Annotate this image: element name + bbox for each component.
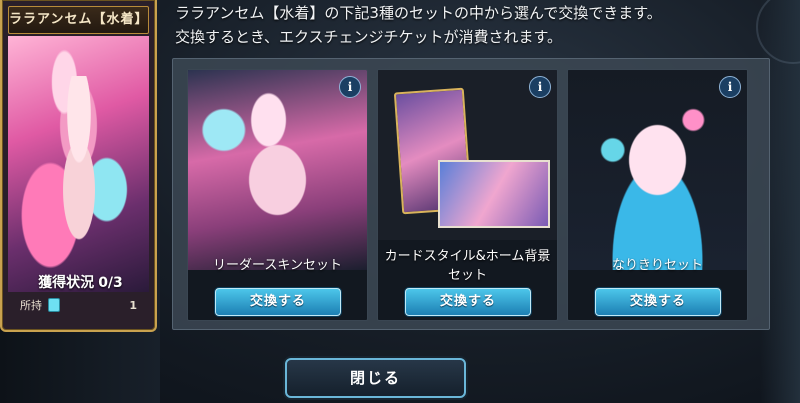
owned-label: 所持 <box>20 299 42 312</box>
header-line-1: ララアンセム【水着】の下記3種のセットの中から選んで交換できます。 <box>175 4 662 22</box>
home-bg-preview <box>438 160 550 228</box>
option-card-style: i カードスタイル&ホーム背景セット 交換する <box>377 69 558 321</box>
character-art <box>8 36 149 292</box>
exchange-button[interactable]: 交換する <box>595 288 721 316</box>
option-art <box>568 70 747 270</box>
option-label: カードスタイル&ホーム背景セット <box>384 249 551 283</box>
close-button[interactable]: 閉じる <box>285 358 466 398</box>
owned-count: 1 <box>129 298 137 312</box>
header-line-2: 交換するとき、エクスチェンジチケットが消費されます。 <box>175 28 563 46</box>
option-leader-skin: i リーダースキンセット 交換する <box>187 69 368 321</box>
status-label: 獲得状況 <box>38 275 95 291</box>
character-figure <box>42 76 116 266</box>
exchange-button[interactable]: 交換する <box>405 288 531 316</box>
info-icon[interactable]: i <box>339 76 361 98</box>
owned-row: 所持 1 <box>20 296 137 314</box>
decor-ring <box>756 0 800 64</box>
option-label: リーダースキンセット <box>213 258 342 273</box>
option-art <box>378 70 557 240</box>
status-value: 0/3 <box>98 275 123 291</box>
option-art <box>188 70 367 270</box>
option-label: なりきりセット <box>611 258 703 273</box>
options-panel: i リーダースキンセット 交換する i カードスタイル&ホーム背景セット 交換す… <box>172 58 770 330</box>
info-icon[interactable]: i <box>529 76 551 98</box>
info-icon[interactable]: i <box>719 76 741 98</box>
character-card: ララアンセム【水着】 獲得状況 0/3 所持 1 <box>0 0 157 332</box>
option-narikiri: i なりきりセット 交換する <box>567 69 748 321</box>
character-name: ララアンセム【水着】 <box>8 6 149 34</box>
acquisition-status: 獲得状況 0/3 <box>2 272 155 292</box>
ticket-icon <box>48 298 60 312</box>
exchange-button[interactable]: 交換する <box>215 288 341 316</box>
